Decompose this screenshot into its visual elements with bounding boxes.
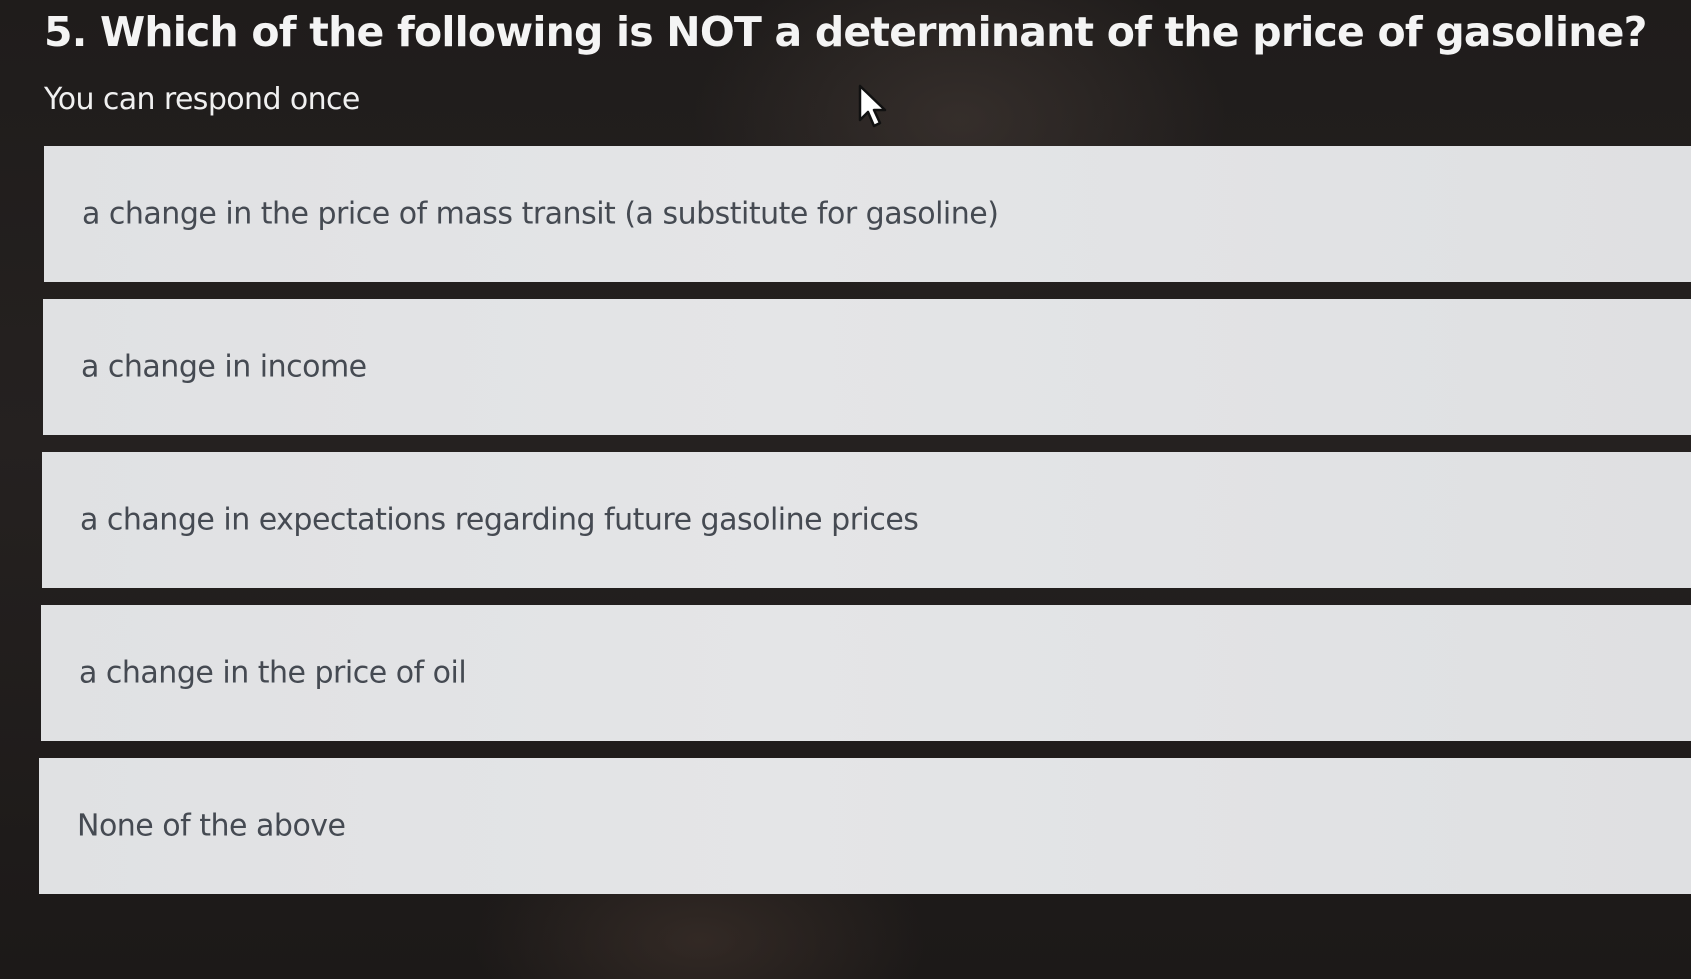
answer-option-label: a change in the price of oil <box>79 655 467 691</box>
answer-option-expectations[interactable]: a change in expectations regarding futur… <box>42 452 1691 588</box>
answer-option-label: a change in expectations regarding futur… <box>80 502 919 538</box>
answer-option-mass-transit[interactable]: a change in the price of mass transit (a… <box>44 146 1691 282</box>
answer-option-oil-price[interactable]: a change in the price of oil <box>41 605 1691 741</box>
answer-option-label: a change in the price of mass transit (a… <box>82 196 999 232</box>
answer-option-label: a change in income <box>81 349 367 385</box>
answer-option-label: None of the above <box>77 808 346 844</box>
answer-option-none-of-the-above[interactable]: None of the above <box>39 758 1691 894</box>
answer-option-income[interactable]: a change in income <box>43 299 1691 435</box>
answer-options-list: a change in the price of mass transit (a… <box>0 0 1691 979</box>
